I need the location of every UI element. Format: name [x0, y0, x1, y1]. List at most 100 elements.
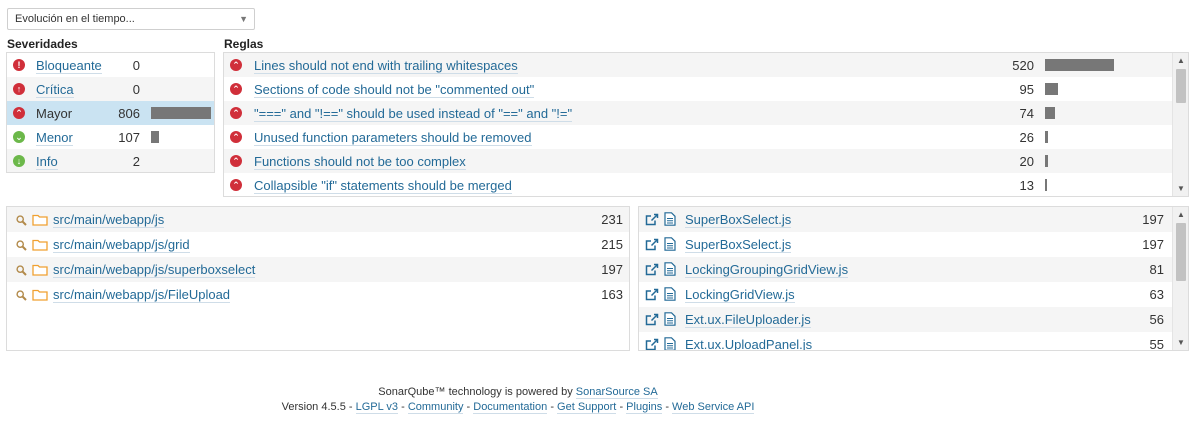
rule-label[interactable]: Collapsible "if" statements should be me… — [254, 178, 512, 194]
files-scrollbar[interactable]: ▲ ▼ — [1172, 207, 1188, 350]
rule-row[interactable]: ⌃ Lines should not end with trailing whi… — [224, 53, 1188, 77]
severity-count: 0 — [132, 82, 140, 97]
major-icon: ⌃ — [230, 155, 242, 167]
severity-label[interactable]: Bloqueante — [36, 58, 102, 74]
directory-count: 163 — [601, 287, 623, 302]
external-link-icon[interactable] — [645, 263, 659, 279]
community-link[interactable]: Community — [407, 401, 464, 414]
severity-label[interactable]: Menor — [36, 130, 73, 146]
major-icon: ⌃ — [230, 107, 242, 119]
major-icon: ⌃ — [13, 107, 25, 119]
rule-row[interactable]: ⌃ "===" and "!==" should be used instead… — [224, 101, 1188, 125]
scroll-down-icon[interactable]: ▼ — [1173, 338, 1188, 347]
rule-label[interactable]: Lines should not end with trailing white… — [254, 58, 518, 74]
rule-row[interactable]: ⌃ Functions should not be too complex 20 — [224, 149, 1188, 173]
directory-label[interactable]: src/main/webapp/js/superboxselect — [53, 262, 256, 278]
folder-icon — [32, 238, 48, 254]
severity-row-info[interactable]: ↓ Info 2 — [7, 149, 214, 172]
rule-label[interactable]: Sections of code should not be "commente… — [254, 82, 535, 98]
plugins-link[interactable]: Plugins — [626, 401, 663, 414]
web-service-api-link[interactable]: Web Service API — [672, 401, 755, 414]
rule-row[interactable]: ⌃ Unused function parameters should be r… — [224, 125, 1188, 149]
file-label[interactable]: Ext.ux.FileUploader.js — [685, 312, 811, 328]
documentation-link[interactable]: Documentation — [473, 401, 548, 414]
directory-label[interactable]: src/main/webapp/js/grid — [53, 237, 190, 253]
file-label[interactable]: LockingGridView.js — [685, 287, 795, 303]
file-label[interactable]: LockingGroupingGridView.js — [685, 262, 849, 278]
scroll-thumb[interactable] — [1176, 69, 1186, 103]
file-row[interactable]: Ext.ux.UploadPanel.js 55 — [639, 332, 1188, 350]
severity-row-minor[interactable]: ⌄ Menor 107 — [7, 125, 214, 149]
rule-count: 95 — [1019, 82, 1034, 97]
file-row[interactable]: LockingGroupingGridView.js 81 — [639, 257, 1188, 282]
rule-label[interactable]: "===" and "!==" should be used instead o… — [254, 106, 573, 122]
folder-icon — [32, 288, 48, 304]
scroll-up-icon[interactable]: ▲ — [1173, 56, 1188, 65]
rule-row[interactable]: ⌃ Collapsible "if" statements should be … — [224, 173, 1188, 196]
zoom-icon[interactable] — [16, 264, 27, 279]
rule-label[interactable]: Unused function parameters should be rem… — [254, 130, 532, 146]
external-link-icon[interactable] — [645, 288, 659, 304]
directory-row[interactable]: src/main/webapp/js 231 — [7, 207, 629, 232]
rule-bar — [1045, 83, 1058, 95]
directory-label[interactable]: src/main/webapp/js/FileUpload — [53, 287, 231, 303]
external-link-icon[interactable] — [645, 213, 659, 229]
zoom-icon[interactable] — [16, 214, 27, 229]
external-link-icon[interactable] — [645, 338, 659, 350]
file-row[interactable]: SuperBoxSelect.js 197 — [639, 232, 1188, 257]
file-icon — [664, 312, 676, 329]
severity-count: 806 — [118, 106, 140, 121]
scroll-down-icon[interactable]: ▼ — [1173, 184, 1188, 193]
severity-label[interactable]: Crítica — [36, 82, 74, 98]
major-icon: ⌃ — [230, 59, 242, 71]
folder-icon — [32, 263, 48, 279]
directory-count: 197 — [601, 262, 623, 277]
zoom-icon[interactable] — [16, 239, 27, 254]
severity-row-critical[interactable]: ↑ Crítica 0 — [7, 77, 214, 101]
external-link-icon[interactable] — [645, 313, 659, 329]
major-icon: ⌃ — [230, 179, 242, 191]
severity-count: 107 — [118, 130, 140, 145]
severity-row-blocker[interactable]: ! Bloqueante 0 — [7, 53, 214, 77]
critical-icon: ↑ — [13, 83, 25, 95]
folder-icon — [32, 213, 48, 229]
evolution-select[interactable]: Evolución en el tiempo... ▼ — [7, 8, 255, 30]
rule-bar — [1045, 107, 1055, 119]
footer-powered: SonarQube™ technology is powered by Sona… — [0, 386, 1036, 399]
directory-row[interactable]: src/main/webapp/js/grid 215 — [7, 232, 629, 257]
sonarsource-link[interactable]: SonarSource SA — [575, 386, 658, 399]
rule-count: 74 — [1019, 106, 1034, 121]
scroll-up-icon[interactable]: ▲ — [1173, 210, 1188, 219]
severity-label[interactable]: Info — [36, 154, 58, 170]
file-label[interactable]: Ext.ux.UploadPanel.js — [685, 337, 812, 350]
file-row[interactable]: LockingGridView.js 63 — [639, 282, 1188, 307]
file-count: 81 — [1149, 262, 1164, 277]
severity-label[interactable]: Mayor — [36, 106, 72, 121]
powered-text: SonarQube™ technology is powered by — [378, 386, 576, 398]
directory-count: 215 — [601, 237, 623, 252]
zoom-icon[interactable] — [16, 289, 27, 304]
directory-row[interactable]: src/main/webapp/js/FileUpload 163 — [7, 282, 629, 307]
severities-heading: Severidades — [7, 37, 78, 51]
scroll-thumb[interactable] — [1176, 223, 1186, 281]
file-row[interactable]: SuperBoxSelect.js 197 — [639, 207, 1188, 232]
file-row[interactable]: Ext.ux.FileUploader.js 56 — [639, 307, 1188, 332]
support-link[interactable]: Get Support — [557, 401, 617, 414]
external-link-icon[interactable] — [645, 238, 659, 254]
rule-count: 13 — [1019, 178, 1034, 193]
directory-count: 231 — [601, 212, 623, 227]
file-label[interactable]: SuperBoxSelect.js — [685, 237, 792, 253]
rule-bar — [1045, 179, 1047, 191]
file-label[interactable]: SuperBoxSelect.js — [685, 212, 792, 228]
files-panel: SuperBoxSelect.js 197 SuperBoxSelect.js … — [638, 206, 1189, 351]
rule-row[interactable]: ⌃ Sections of code should not be "commen… — [224, 77, 1188, 101]
rule-label[interactable]: Functions should not be too complex — [254, 154, 466, 170]
rules-panel: ⌃ Lines should not end with trailing whi… — [223, 52, 1189, 197]
directory-label[interactable]: src/main/webapp/js — [53, 212, 165, 228]
rules-scrollbar[interactable]: ▲ ▼ — [1172, 53, 1188, 196]
directory-row[interactable]: src/main/webapp/js/superboxselect 197 — [7, 257, 629, 282]
rule-count: 20 — [1019, 154, 1034, 169]
license-link[interactable]: LGPL v3 — [355, 401, 399, 414]
chevron-down-icon: ▼ — [239, 14, 248, 24]
severity-row-major[interactable]: ⌃ Mayor 806 — [7, 101, 214, 125]
